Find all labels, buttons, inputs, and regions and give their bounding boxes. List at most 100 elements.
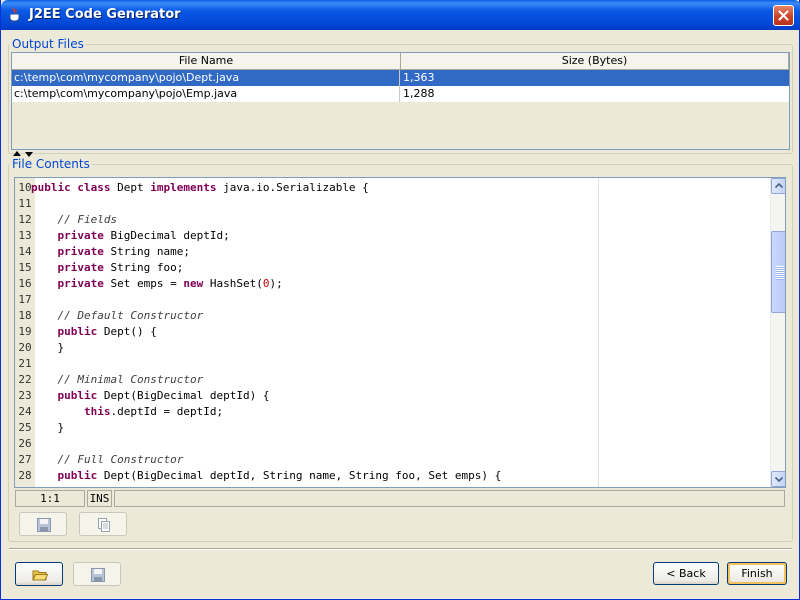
insert-mode-indicator: INS bbox=[87, 490, 112, 507]
file-size-cell: 1,363 bbox=[403, 71, 435, 84]
scrollbar-thumb[interactable] bbox=[771, 231, 785, 313]
copy-button[interactable] bbox=[79, 512, 127, 536]
code-line: public Dept(BigDecimal deptId, String na… bbox=[31, 468, 502, 484]
scroll-up-button[interactable] bbox=[771, 178, 785, 194]
code-line: // Default Constructor bbox=[31, 308, 204, 324]
title-bar[interactable]: J2EE Code Generator bbox=[1, 0, 800, 30]
editor-status-bar: 1:1 INS bbox=[15, 490, 785, 507]
keyword-token: private bbox=[57, 229, 104, 242]
back-button[interactable]: < Back bbox=[653, 562, 719, 585]
close-button[interactable] bbox=[773, 5, 794, 26]
code-token: .deptId = deptId; bbox=[110, 405, 224, 418]
code-token: } bbox=[31, 341, 65, 354]
keyword-token: implements bbox=[150, 181, 217, 194]
code-token: BigDecimal deptId; bbox=[103, 229, 230, 242]
keyword-token: public bbox=[31, 181, 71, 194]
code-line: // Full Constructor bbox=[31, 452, 184, 468]
output-files-table: File Name Size (Bytes) c:\temp\com\mycom… bbox=[11, 52, 790, 150]
code-token: Dept(BigDecimal deptId) { bbox=[97, 389, 270, 402]
arrow-down-icon bbox=[774, 476, 784, 483]
code-line: public class Dept implements java.io.Ser… bbox=[31, 180, 369, 196]
code-line: private String name; bbox=[31, 244, 190, 260]
close-icon bbox=[778, 10, 789, 21]
code-line: private Set emps = new HashSet(0); bbox=[31, 276, 283, 292]
save-file-button[interactable] bbox=[19, 512, 67, 536]
code-line: this.deptId = deptId; bbox=[31, 404, 223, 420]
code-line: // Minimal Constructor bbox=[31, 372, 204, 388]
comment-token: // Fields bbox=[57, 213, 118, 226]
keyword-token: public bbox=[57, 469, 98, 482]
comment-token: // Full Constructor bbox=[57, 453, 184, 466]
code-token: Dept() { bbox=[97, 325, 157, 338]
code-line: } bbox=[31, 420, 64, 436]
table-row[interactable]: c:\temp\com\mycompany\pojo\Dept.java 1,3… bbox=[12, 70, 789, 86]
file-size-cell: 1,288 bbox=[403, 87, 435, 100]
table-row[interactable]: c:\temp\com\mycompany\pojo\Emp.java 1,28… bbox=[12, 86, 789, 102]
file-contents-legend: File Contents bbox=[12, 157, 90, 171]
keyword-token: class bbox=[77, 181, 111, 194]
thumb-grip bbox=[776, 266, 784, 280]
open-folder-icon bbox=[32, 570, 48, 581]
open-button[interactable] bbox=[15, 562, 63, 586]
keyword-token: new bbox=[183, 277, 204, 290]
save-all-button[interactable] bbox=[73, 562, 121, 586]
code-line: private String foo; bbox=[31, 260, 184, 276]
save-icon bbox=[37, 518, 51, 532]
footer-separator bbox=[9, 548, 792, 550]
code-line: } bbox=[31, 340, 64, 356]
window-title: J2EE Code Generator bbox=[29, 7, 181, 22]
vertical-scrollbar[interactable] bbox=[770, 178, 785, 487]
code-token: String name; bbox=[103, 245, 190, 258]
code-token: Dept(BigDecimal deptId, String name, Str… bbox=[97, 469, 502, 482]
java-coffee-cup-icon bbox=[9, 7, 22, 23]
code-token: Dept bbox=[110, 181, 151, 194]
output-files-legend: Output Files bbox=[12, 37, 84, 51]
file-name-cell: c:\temp\com\mycompany\pojo\Dept.java bbox=[12, 70, 400, 86]
copy-icon bbox=[98, 518, 110, 532]
status-message bbox=[114, 490, 785, 507]
code-token: Set emps = bbox=[103, 277, 184, 290]
code-token: java.io.Serializable { bbox=[216, 181, 369, 194]
comment-token: // Default Constructor bbox=[57, 309, 204, 322]
code-token: HashSet( bbox=[203, 277, 263, 290]
code-line: public Dept() { bbox=[31, 324, 157, 340]
finish-button[interactable]: Finish bbox=[727, 562, 787, 585]
caret-position: 1:1 bbox=[15, 490, 85, 507]
line-number: 11 bbox=[18, 197, 32, 210]
keyword-token: this bbox=[83, 405, 111, 418]
comment-token: // Minimal Constructor bbox=[57, 373, 204, 386]
code-token: } bbox=[31, 421, 65, 434]
code-editor[interactable]: 10 11 12 13 14 15 16 17 18 19 20 21 22 23 24 25 26 27 28 p… bbox=[14, 177, 786, 488]
code-token: String foo; bbox=[103, 261, 184, 274]
arrow-up-icon bbox=[774, 182, 784, 189]
column-header-size[interactable]: Size (Bytes) bbox=[401, 53, 789, 70]
window: J2EE Code Generator Output Files File Na… bbox=[0, 0, 800, 600]
scroll-down-button[interactable] bbox=[771, 471, 785, 487]
file-name-cell: c:\temp\com\mycompany\pojo\Emp.java bbox=[12, 86, 400, 102]
line-number: 21 bbox=[18, 357, 32, 370]
column-header-file-name[interactable]: File Name bbox=[12, 53, 401, 70]
keyword-token: private bbox=[57, 277, 104, 290]
code-line: public Dept(BigDecimal deptId) { bbox=[31, 388, 270, 404]
code-line: // Fields bbox=[31, 212, 118, 228]
right-margin-line bbox=[598, 178, 599, 487]
save-icon bbox=[91, 568, 105, 582]
code-area[interactable]: public class Dept implements java.io.Ser… bbox=[31, 178, 598, 487]
keyword-token: public bbox=[57, 389, 98, 402]
keyword-token: public bbox=[57, 325, 98, 338]
keyword-token: private bbox=[57, 261, 104, 274]
keyword-token: private bbox=[57, 245, 104, 258]
code-line: private BigDecimal deptId; bbox=[31, 228, 230, 244]
